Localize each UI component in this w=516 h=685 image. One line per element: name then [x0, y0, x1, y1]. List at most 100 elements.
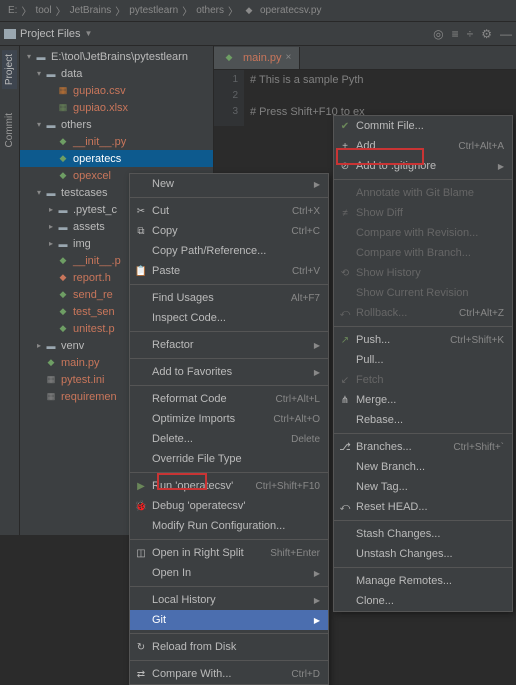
rollback-icon: ⤺ [338, 308, 352, 319]
copy-icon: ⧉ [134, 226, 148, 237]
run-icon: ▶ [134, 481, 148, 492]
crumb-root[interactable]: E: [8, 5, 17, 16]
menu-commit-file[interactable]: ✔Commit File... [334, 116, 512, 136]
menu-new-tag[interactable]: New Tag... [334, 477, 512, 497]
tree-folder-data[interactable]: ▾▬data [20, 65, 213, 82]
menu-stash[interactable]: Stash Changes... [334, 524, 512, 544]
menu-compare[interactable]: ⇄Compare With...Ctrl+D [130, 664, 328, 684]
menu-modify-run[interactable]: Modify Run Configuration... [130, 516, 328, 536]
minimize-icon[interactable]: — [500, 27, 512, 41]
menu-cut[interactable]: ✂CutCtrl+X [130, 201, 328, 221]
menu-copy-path[interactable]: Copy Path/Reference... [130, 241, 328, 261]
tree-file[interactable]: ◆__init__.py [20, 133, 213, 150]
history-icon: ⟲ [338, 268, 352, 279]
context-menu: New▶ ✂CutCtrl+X ⧉CopyCtrl+C Copy Path/Re… [129, 173, 329, 685]
menu-delete[interactable]: Delete...Delete [130, 429, 328, 449]
plus-icon: + [338, 141, 352, 152]
push-icon: ↗ [338, 335, 352, 346]
folder-icon: ▬ [44, 68, 58, 80]
menu-rebase[interactable]: Rebase... [334, 410, 512, 430]
close-icon[interactable]: × [286, 52, 292, 63]
crumb-p1[interactable]: tool [35, 5, 51, 16]
python-file-icon: ◆ [242, 5, 256, 17]
ini-file-icon: ▦ [44, 374, 58, 386]
breadcrumb[interactable]: E:〉 tool〉 JetBrains〉 pytestlearn〉 others… [0, 0, 516, 22]
python-file-icon: ◆ [56, 255, 70, 267]
menu-git[interactable]: Git▶ [130, 610, 328, 630]
menu-rollback: ⤺Rollback...Ctrl+Alt+Z [334, 303, 512, 323]
menu-copy[interactable]: ⧉CopyCtrl+C [130, 221, 328, 241]
menu-merge[interactable]: ⋔Merge... [334, 390, 512, 410]
python-file-icon: ◆ [56, 170, 70, 182]
text-file-icon: ▦ [44, 391, 58, 403]
menu-open-in[interactable]: Open In▶ [130, 563, 328, 583]
project-view-dropdown[interactable]: Project Files [20, 28, 81, 40]
paste-icon: 📋 [134, 266, 148, 277]
tree-file[interactable]: ▦gupiao.xlsx [20, 99, 213, 116]
chevron-down-icon: ▼ [85, 29, 93, 38]
cut-icon: ✂ [134, 206, 148, 217]
fetch-icon: ↙ [338, 375, 352, 386]
menu-unstash[interactable]: Unstash Changes... [334, 544, 512, 564]
editor-gutter: 1 2 3 [214, 70, 244, 126]
tool-window-tabs: Project Commit [0, 46, 20, 535]
menu-annotate: Annotate with Git Blame [334, 183, 512, 203]
menu-compare-branch: Compare with Branch... [334, 243, 512, 263]
crumb-p3[interactable]: pytestlearn [129, 5, 178, 16]
python-file-icon: ◆ [56, 306, 70, 318]
python-file-icon: ◆ [56, 289, 70, 301]
menu-override[interactable]: Override File Type [130, 449, 328, 469]
python-file-icon: ◆ [56, 323, 70, 335]
menu-optimize[interactable]: Optimize ImportsCtrl+Alt+O [130, 409, 328, 429]
sort-icon[interactable]: ≡ [452, 27, 459, 41]
menu-clone[interactable]: Clone... [334, 591, 512, 611]
commit-tab[interactable]: Commit [2, 109, 17, 151]
menu-branches[interactable]: ⎇Branches...Ctrl+Shift+` [334, 437, 512, 457]
menu-local-history[interactable]: Local History▶ [130, 590, 328, 610]
python-file-icon: ◆ [44, 357, 58, 369]
expand-icon[interactable]: ÷ [467, 27, 474, 41]
menu-inspect[interactable]: Inspect Code... [130, 308, 328, 328]
crumb-file[interactable]: operatecsv.py [260, 5, 322, 16]
editor-tab-main[interactable]: ◆ main.py × [214, 47, 300, 69]
python-file-icon: ◆ [56, 153, 70, 165]
menu-add-favorites[interactable]: Add to Favorites▶ [130, 362, 328, 382]
menu-open-split[interactable]: ◫Open in Right SplitShift+Enter [130, 543, 328, 563]
folder-icon: ▬ [56, 204, 70, 216]
menu-compare-rev: Compare with Revision... [334, 223, 512, 243]
target-icon[interactable]: ◎ [433, 27, 443, 41]
menu-show-diff: ≠Show Diff [334, 203, 512, 223]
project-tab[interactable]: Project [2, 50, 17, 89]
menu-reload[interactable]: ↻Reload from Disk [130, 637, 328, 657]
menu-refactor[interactable]: Refactor▶ [130, 335, 328, 355]
menu-paste[interactable]: 📋PasteCtrl+V [130, 261, 328, 281]
folder-icon [4, 29, 16, 39]
menu-git-add[interactable]: +AddCtrl+Alt+A [334, 136, 512, 156]
menu-debug[interactable]: 🐞Debug 'operatecsv' [130, 496, 328, 516]
menu-new[interactable]: New▶ [130, 174, 328, 194]
crumb-p2[interactable]: JetBrains [70, 5, 112, 16]
menu-pull[interactable]: Pull... [334, 350, 512, 370]
debug-icon: 🐞 [134, 501, 148, 512]
menu-run[interactable]: ▶Run 'operatecsv'Ctrl+Shift+F10 [130, 476, 328, 496]
menu-gitignore[interactable]: ⊘Add to .gitignore▶ [334, 156, 512, 176]
menu-manage-remotes[interactable]: Manage Remotes... [334, 571, 512, 591]
folder-icon: ▬ [44, 340, 58, 352]
compare-icon: ⇄ [134, 669, 148, 680]
tree-folder-others[interactable]: ▾▬others [20, 116, 213, 133]
gear-icon[interactable]: ⚙ [481, 27, 492, 41]
csv-file-icon: ▦ [56, 85, 70, 97]
diff-icon: ≠ [338, 208, 352, 219]
menu-reset-head[interactable]: ⤺Reset HEAD... [334, 497, 512, 517]
tree-file-operatecsv[interactable]: ◆operatecs [20, 150, 213, 167]
menu-new-branch[interactable]: New Branch... [334, 457, 512, 477]
html-file-icon: ◆ [56, 272, 70, 284]
menu-push[interactable]: ↗Push...Ctrl+Shift+K [334, 330, 512, 350]
tree-file[interactable]: ▦gupiao.csv [20, 82, 213, 99]
project-toolbar: Project Files ▼ ◎ ≡ ÷ ⚙ — [0, 22, 516, 46]
tree-root[interactable]: ▾▬E:\tool\JetBrains\pytestlearn [20, 48, 213, 65]
menu-reformat[interactable]: Reformat CodeCtrl+Alt+L [130, 389, 328, 409]
crumb-p4[interactable]: others [196, 5, 224, 16]
git-submenu: ✔Commit File... +AddCtrl+Alt+A ⊘Add to .… [333, 115, 513, 612]
menu-find-usages[interactable]: Find UsagesAlt+F7 [130, 288, 328, 308]
